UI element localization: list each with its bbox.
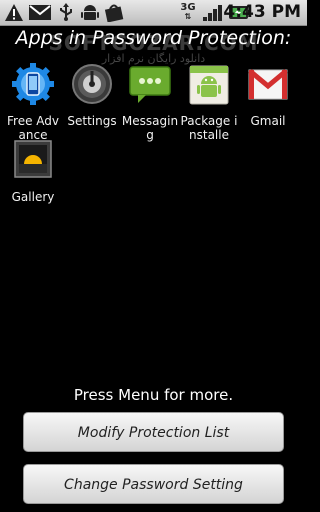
messaging-icon <box>129 66 171 103</box>
app-label: Settings <box>67 114 117 128</box>
app-gallery[interactable]: Gallery <box>4 138 62 204</box>
app-free-advance[interactable]: Free Advance <box>4 62 62 142</box>
page-title: Apps in Password Protection: <box>15 27 292 49</box>
menu-hint: Press Menu for more. <box>73 386 234 404</box>
signal-icon <box>203 5 222 21</box>
app-messaging[interactable]: Messaging <box>121 62 179 142</box>
app-gmail[interactable]: Gmail <box>239 62 297 128</box>
settings-icon <box>72 64 112 104</box>
status-bar: 3G ⇅ 4:43 PM <box>0 0 307 26</box>
free-advance-icon <box>12 63 54 105</box>
market-icon <box>104 4 124 22</box>
gmail-notification-icon <box>29 5 51 20</box>
gallery-icon <box>14 140 52 178</box>
modify-protection-list-button[interactable]: Modify Protection List <box>23 412 284 452</box>
usb-icon <box>60 3 72 21</box>
app-package-installer[interactable]: Package installe <box>180 62 238 142</box>
clock-ampm: PM <box>271 2 301 22</box>
gmail-icon <box>248 69 288 100</box>
3g-icon: 3G ⇅ <box>180 2 196 21</box>
app-settings[interactable]: Settings <box>63 62 121 128</box>
app-label: Package installe <box>180 114 238 142</box>
app-label: Gallery <box>11 190 55 204</box>
warning-icon <box>5 4 23 21</box>
android-icon <box>81 5 99 20</box>
clock-time: 4:43 <box>223 2 266 22</box>
change-password-setting-button[interactable]: Change Password Setting <box>23 464 284 504</box>
app-label: Messaging <box>121 114 179 142</box>
clock: 4:43 PM <box>223 2 301 23</box>
package-installer-icon <box>189 65 229 105</box>
app-label: Gmail <box>250 114 286 128</box>
